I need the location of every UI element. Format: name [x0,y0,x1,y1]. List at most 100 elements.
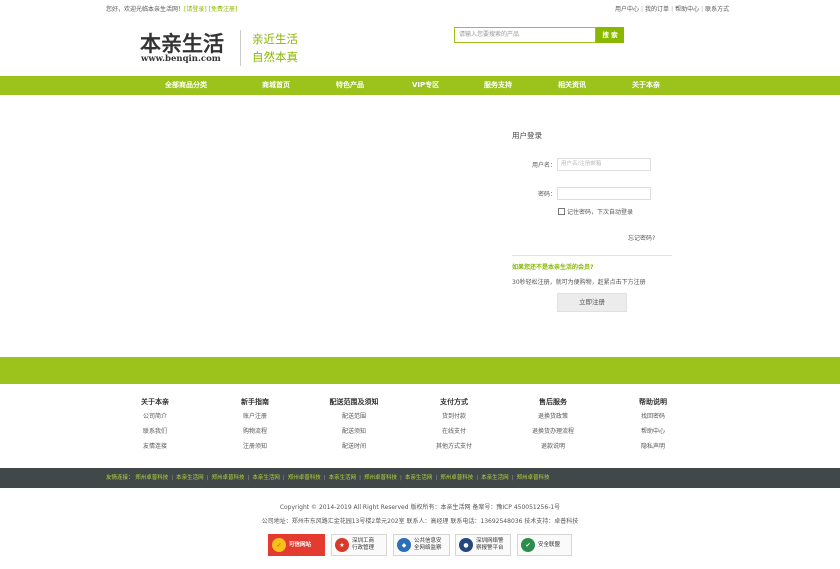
welcome-text: 您好，欢迎光临本亲生活网！[请登录] [免费注册] [106,4,237,13]
friend-link-separator: | [282,475,285,481]
cyber-police-badge[interactable]: ● 深圳网络警 察报警平台 [455,534,511,556]
friend-link-separator: | [400,475,402,481]
nav-home[interactable]: 商城首页 [262,76,290,95]
register-tip: 30秒轻松注册，就可为便购物，赶紧点击下方注册 [512,279,646,286]
footer-link[interactable]: 配送须知 [342,428,366,435]
friend-link[interactable]: 郑州卓普科技 [364,475,397,481]
friend-link[interactable]: 本亲生活网 [252,475,280,481]
friend-link-separator: | [511,475,514,481]
friend-link[interactable]: 本亲生活网 [405,475,433,481]
register-link[interactable]: [免费注册] [209,6,238,13]
nav-vip[interactable]: VIP专区 [412,76,439,95]
footer-link[interactable]: 配送范围 [342,413,366,420]
footer-band [0,357,840,384]
not-member-text: 如果您还不是本亲生活的会员? [512,264,594,271]
address-text: 公司地址：郑州市东风路汇金花园13号楼2单元202室 联系人：高经理 联系电话：… [261,518,579,525]
username-label: 用户名： [532,162,557,169]
cyber-police-icon: ● [459,538,473,552]
friend-link[interactable]: 郑州卓普科技 [517,475,550,481]
badge-label: 可信网站 [289,541,312,548]
safety-alliance-icon: ✔ [521,538,535,552]
remember-checkbox[interactable] [558,208,565,215]
footer-col-title: 新手指南 [241,398,269,406]
commerce-badge[interactable]: ★ 深圳工商 行政管理 [331,534,387,556]
search-button[interactable]: 搜 索 [596,27,624,43]
footer-col-help: 帮助说明 找回密码 帮助中心 隐私声明 [603,397,703,456]
friend-links: 友情连接： 郑州卓普科技 | 本亲生活网 | 郑州卓普科技 | 本亲生活网 | 郑州卓普科技 | 本… [106,468,550,488]
badge-label: 安全联盟 [538,541,561,548]
nav-featured[interactable]: 特色产品 [336,76,364,95]
footer-link[interactable]: 帮助中心 [641,428,665,435]
friend-link-separator: | [206,475,209,481]
trusted-site-badge[interactable]: ✓ 可信网站 [268,534,325,556]
nav-support[interactable]: 服务支持 [484,76,512,95]
username-input[interactable]: 用户名/注册邮箱 [557,158,651,171]
footer-col-title: 关于本亲 [141,398,169,406]
footer-link[interactable]: 退换货办理流程 [532,428,574,435]
footer-col-payment: 支付方式 货到付款 在线支付 其他方式支付 [404,397,504,456]
remember-label: 记住密码，下次自动登录 [567,209,634,216]
friend-links-label: 友情连接： [106,475,134,481]
password-input[interactable] [557,187,651,200]
friend-link-separator: | [435,475,438,481]
friend-link[interactable]: 郑州卓普科技 [440,475,473,481]
footer-link[interactable]: 找回密码 [641,413,665,420]
footer-link[interactable]: 注册须知 [243,443,267,450]
slogan-line-2: 自然本真 [252,50,298,64]
footer-link[interactable]: 联系我们 [143,428,167,435]
contact-link[interactable]: 联系方式 [705,6,729,13]
friend-link[interactable]: 郑州卓普科技 [135,475,168,481]
friend-link[interactable]: 郑州卓普科技 [288,475,321,481]
footer-link[interactable]: 退款说明 [541,443,565,450]
nav-news[interactable]: 相关资讯 [558,76,586,95]
footer-link[interactable]: 隐私声明 [641,443,665,450]
public-security-badge[interactable]: ◆ 公共信息安 全网络监察 [393,534,450,556]
top-links: 用户中心 | 我的订单 | 帮助中心 | 联系方式 [615,6,730,13]
footer-col-title: 售后服务 [539,398,567,406]
friend-link-separator: | [247,475,250,481]
my-orders-link[interactable]: 我的订单 [645,6,669,13]
friend-link[interactable]: 郑州卓普科技 [212,475,245,481]
footer-link[interactable]: 购物流程 [243,428,267,435]
footer-link[interactable]: 货到付款 [442,413,466,420]
forgot-password-link[interactable]: 忘记密码? [628,233,655,242]
friend-link[interactable]: 本亲生活网 [481,475,509,481]
login-title: 用户登录 [512,131,542,140]
footer-col-delivery: 配送范围及须知 配送范围 配送须知 配送时间 [304,397,404,456]
footer-link[interactable]: 在线支付 [442,428,466,435]
friend-link-separator: | [323,475,326,481]
user-center-link[interactable]: 用户中心 [615,6,639,13]
password-label: 密码： [538,191,557,198]
footer-col-aftersales: 售后服务 退换货政策 退换货办理流程 退款说明 [503,397,603,456]
badge-label: 深圳网络警 察报警平台 [476,538,504,551]
login-link[interactable]: [请登录] [184,6,207,13]
login-divider [512,255,672,256]
footer-col-about: 关于本亲 公司简介 联系我们 友情连接 [105,397,205,456]
footer-link[interactable]: 公司简介 [143,413,167,420]
nav-about[interactable]: 关于本亲 [632,76,660,95]
copyright-text: Copyright © 2014-2019 All Right Reserved… [279,504,561,511]
friend-link[interactable]: 本亲生活网 [176,475,204,481]
footer-col-title: 配送范围及须知 [329,398,379,406]
help-center-link[interactable]: 帮助中心 [675,6,699,13]
footer-link[interactable]: 退换货政策 [538,413,568,420]
footer-col-title: 支付方式 [440,398,468,406]
slogan-line-1: 亲近生活 [252,32,298,46]
badge-label: 公共信息安 全网络监察 [414,538,442,551]
footer-col-guide: 新手指南 账户注册 购物流程 注册须知 [205,397,305,456]
friend-link-separator: | [476,475,479,481]
police-badge-icon: ★ [335,538,349,552]
footer-link[interactable]: 其他方式支付 [436,443,472,450]
safety-alliance-badge[interactable]: ✔ 安全联盟 [517,534,572,556]
red-shield-icon: ✓ [272,538,286,552]
badge-label: 深圳工商 行政管理 [352,538,375,551]
footer-col-title: 帮助说明 [639,398,667,406]
nav-all-categories[interactable]: 全部商品分类 [165,76,207,95]
friend-link[interactable]: 本亲生活网 [329,475,357,481]
welcome-message: 您好，欢迎光临本亲生活网！ [106,6,185,13]
footer-link[interactable]: 友情连接 [143,443,167,450]
register-button[interactable]: 立即注册 [557,293,627,312]
footer-link[interactable]: 配送时间 [342,443,366,450]
footer-link[interactable]: 账户注册 [243,413,267,420]
search-input[interactable]: 请输入您要搜索的产品 [454,27,596,43]
